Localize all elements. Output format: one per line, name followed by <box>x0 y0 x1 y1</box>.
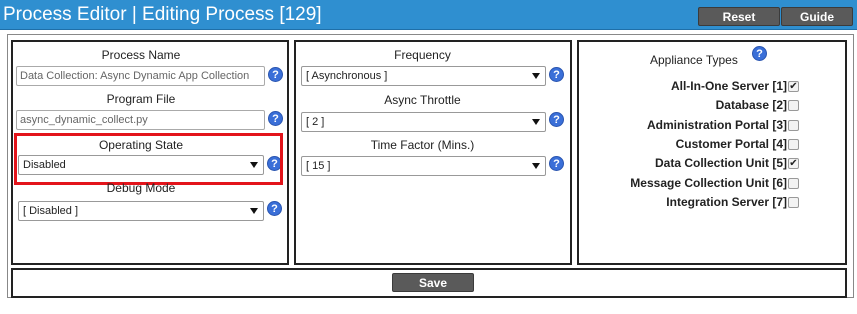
appliance-type-label: Integration Server [7] <box>666 195 787 209</box>
frequency-value: [ Asynchronous ] <box>306 70 388 82</box>
time-factor-value: [ 15 ] <box>306 160 331 172</box>
appliance-type-checkbox[interactable] <box>788 139 799 150</box>
appliance-type-checkbox[interactable] <box>788 100 799 111</box>
page-title: Process Editor | Editing Process [129] <box>3 4 322 25</box>
chevron-down-icon <box>532 119 540 125</box>
help-icon[interactable]: ? <box>268 67 283 82</box>
async-throttle-select[interactable]: [ 2 ] <box>301 112 546 132</box>
help-icon[interactable]: ? <box>549 112 564 127</box>
appliance-type-checkbox[interactable] <box>788 178 799 189</box>
chevron-down-icon <box>250 208 258 214</box>
frequency-select[interactable]: [ Asynchronous ] <box>301 66 546 86</box>
async-throttle-value: [ 2 ] <box>306 116 325 128</box>
check-icon: ✔ <box>789 81 798 92</box>
debug-mode-label: Debug Mode <box>106 181 176 195</box>
guide-button[interactable]: Guide <box>781 7 853 26</box>
appliance-types-title: Appliance Types <box>650 53 738 67</box>
debug-mode-select[interactable]: [ Disabled ] <box>18 201 264 221</box>
help-icon[interactable]: ? <box>549 156 564 171</box>
appliance-type-label: Administration Portal [3] <box>646 118 787 132</box>
help-icon[interactable]: ? <box>549 67 564 82</box>
appliance-type-label: All-In-One Server [1] <box>670 79 787 93</box>
program-file-field[interactable]: async_dynamic_collect.py <box>16 110 265 130</box>
chevron-down-icon <box>532 163 540 169</box>
process-name-field[interactable]: Data Collection: Async Dynamic App Colle… <box>16 66 265 86</box>
chevron-down-icon <box>532 73 540 79</box>
help-icon[interactable]: ? <box>268 111 283 126</box>
help-icon[interactable]: ? <box>752 46 767 61</box>
appliance-type-label: Data Collection Unit [5] <box>654 156 787 170</box>
async-throttle-label: Async Throttle <box>384 93 461 107</box>
appliance-types-panel <box>577 40 847 265</box>
operating-state-highlight <box>14 133 283 185</box>
program-file-label: Program File <box>106 92 176 106</box>
appliance-type-checkbox[interactable] <box>788 120 799 131</box>
title-bar: Process Editor | Editing Process [129] R… <box>0 0 857 30</box>
save-button[interactable]: Save <box>392 273 474 292</box>
help-icon[interactable]: ? <box>267 201 282 216</box>
appliance-type-checkbox[interactable] <box>788 197 799 208</box>
appliance-type-checkbox[interactable]: ✔ <box>788 158 799 169</box>
time-factor-select[interactable]: [ 15 ] <box>301 156 546 176</box>
appliance-type-label: Database [2] <box>715 98 787 112</box>
time-factor-label: Time Factor (Mins.) <box>370 138 475 152</box>
appliance-type-label: Customer Portal [4] <box>675 137 787 151</box>
frequency-label: Frequency <box>394 48 451 62</box>
process-name-label: Process Name <box>101 48 181 62</box>
check-icon: ✔ <box>789 158 798 169</box>
appliance-type-label: Message Collection Unit [6] <box>630 176 787 190</box>
debug-mode-value: [ Disabled ] <box>23 205 79 217</box>
reset-button[interactable]: Reset <box>698 7 780 26</box>
appliance-type-checkbox[interactable]: ✔ <box>788 81 799 92</box>
